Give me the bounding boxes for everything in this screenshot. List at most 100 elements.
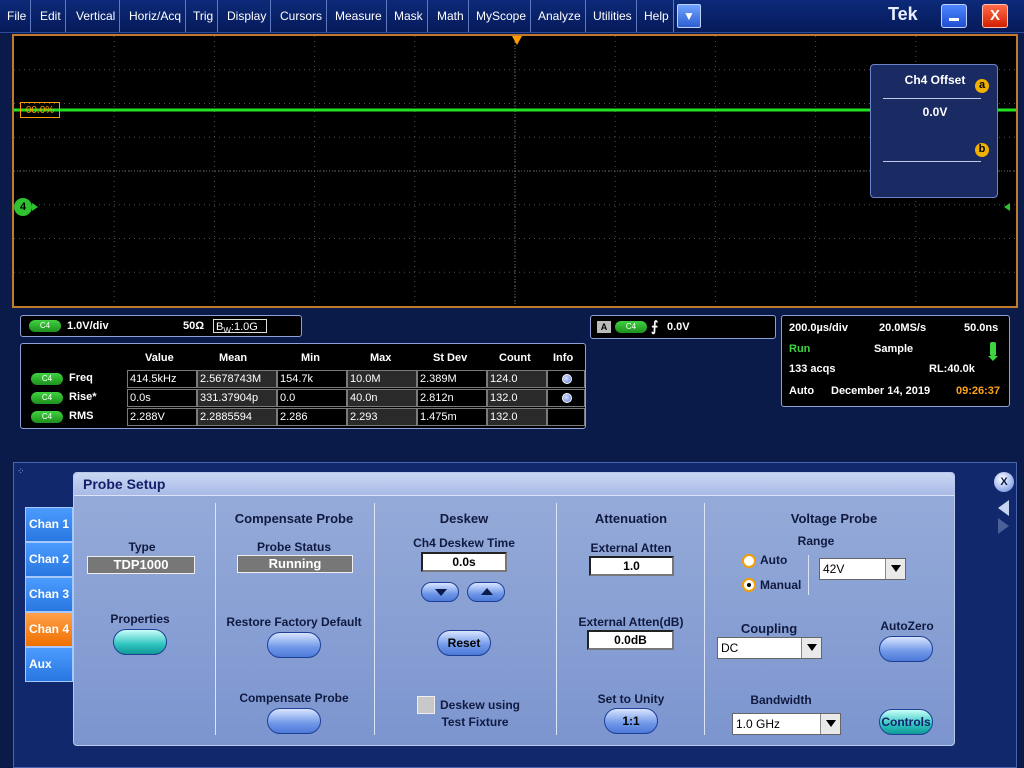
rms-label[interactable]: RMS — [69, 410, 93, 422]
tab-chan-1[interactable]: Chan 1 — [25, 507, 73, 542]
menu-help[interactable]: Help — [640, 0, 674, 32]
rise-count: 132.0 — [487, 389, 547, 407]
menu-measure[interactable]: Measure — [331, 0, 387, 32]
column-divider — [215, 503, 216, 735]
rise-value: 0.0s — [127, 389, 197, 407]
tab-aux[interactable]: Aux — [25, 647, 73, 682]
reference-level-label: 00.0% — [20, 102, 60, 118]
menu-myscope[interactable]: MyScope — [472, 0, 532, 32]
rms-mean: 2.2885594 — [197, 408, 277, 426]
controls-button[interactable]: Controls — [879, 709, 933, 735]
panel-forward-icon[interactable] — [998, 518, 1009, 534]
info-icon[interactable] — [562, 393, 572, 403]
deskew-fixture-checkbox[interactable] — [417, 696, 435, 714]
compensate-probe-label: Compensate Probe — [239, 691, 349, 705]
panel-title: Probe Setup — [83, 476, 166, 492]
minimize-button[interactable] — [941, 4, 967, 28]
offset-value: 0.0V — [922, 105, 948, 119]
range-dropdown[interactable]: 42V — [819, 558, 906, 580]
rise-c4-badge: C4 — [31, 392, 63, 404]
tab-chan-4[interactable]: Chan 4 — [25, 612, 73, 647]
menu-vertical[interactable]: Vertical — [72, 0, 121, 32]
external-atten-db-field[interactable]: 0.0dB — [587, 630, 674, 650]
deskew-down-button[interactable] — [421, 582, 459, 602]
menu-analyze[interactable]: Analyze — [534, 0, 586, 32]
menu-display[interactable]: Display — [223, 0, 272, 32]
time: 09:26:37 — [956, 385, 1001, 397]
control-close-button[interactable]: X — [994, 472, 1014, 492]
tab-chan-3[interactable]: Chan 3 — [25, 577, 73, 612]
menu-math[interactable]: Math — [433, 0, 469, 32]
freq-max: 10.0M — [347, 370, 417, 388]
rise-stdev: 2.812n — [417, 389, 487, 407]
menu-horiz-acq[interactable]: Horiz/Acq — [125, 0, 187, 32]
acquisition-count: 133 acqs — [789, 363, 836, 375]
attenuation-title: Attenuation — [594, 511, 668, 526]
panel-back-icon[interactable] — [998, 500, 1009, 516]
graticule — [14, 36, 1016, 306]
menu-mask[interactable]: Mask — [390, 0, 428, 32]
waveform-display[interactable]: 00.0% 4 Ch4 Offset a 0.0V b — [12, 34, 1018, 308]
menu-utilities[interactable]: Utilities — [589, 0, 637, 32]
freq-c4-badge: C4 — [31, 373, 63, 385]
acquisition-readout[interactable]: 200.0µs/div 20.0MS/s 50.0ns Run Sample 1… — [781, 315, 1010, 407]
freq-mean: 2.5678743M — [197, 370, 277, 388]
header-stdev: St Dev — [433, 352, 468, 364]
bandwidth-label: Bandwidth — [750, 693, 812, 707]
run-state: Run — [789, 343, 811, 355]
menu-trig[interactable]: Trig — [189, 0, 219, 32]
trigger-level: 0.0V — [667, 321, 690, 333]
trigger-a-badge: A — [597, 321, 611, 333]
freq-min: 154.7k — [277, 370, 347, 388]
window-grip-icon[interactable]: ⁘ — [17, 466, 25, 477]
menu-bar: File Edit Vertical Horiz/Acq Trig Displa… — [0, 0, 1024, 33]
info-icon[interactable] — [562, 374, 572, 384]
freq-label[interactable]: Freq — [69, 372, 93, 384]
arrow-down-icon — [435, 589, 447, 596]
deskew-reset-button[interactable]: Reset — [437, 630, 491, 656]
range-auto-radio[interactable] — [742, 554, 756, 568]
menu-edit[interactable]: Edit — [36, 0, 66, 32]
ch4-readout[interactable]: C4 1.0V/div 50Ω BW:1.0G — [20, 315, 302, 337]
dropdown-arrow-icon[interactable] — [885, 559, 905, 579]
header-count: Count — [499, 352, 531, 364]
restore-default-button[interactable] — [267, 632, 321, 658]
deskew-up-button[interactable] — [467, 582, 505, 602]
trigger-level-marker[interactable] — [1004, 203, 1010, 211]
compensate-probe-button[interactable] — [267, 708, 321, 734]
menu-file[interactable]: File — [3, 0, 32, 32]
c4-badge: C4 — [29, 320, 61, 332]
column-divider — [704, 503, 705, 735]
properties-button[interactable] — [113, 629, 167, 655]
menu-dropdown-button[interactable]: ▼ — [677, 4, 701, 28]
tab-chan-2[interactable]: Chan 2 — [25, 542, 73, 577]
rise-label[interactable]: Rise* — [69, 391, 97, 403]
trigger-c4-badge: C4 — [615, 321, 647, 333]
external-atten-field[interactable]: 1.0 — [589, 556, 674, 576]
dropdown-arrow-icon[interactable] — [801, 638, 821, 658]
restore-default-label: Restore Factory Default — [226, 615, 362, 629]
bandwidth-dropdown[interactable]: 1.0 GHz — [732, 713, 841, 735]
dropdown-arrow-icon[interactable] — [820, 714, 840, 734]
trigger-readout[interactable]: A C4 ⨍ 0.0V — [590, 315, 776, 339]
menu-cursors[interactable]: Cursors — [276, 0, 328, 32]
range-auto-label: Auto — [760, 553, 788, 567]
ch4-ground-marker[interactable]: 4 — [14, 198, 32, 216]
knob-b-icon: b — [975, 143, 989, 157]
bw-value: :1.0G — [230, 321, 258, 333]
close-button[interactable]: X — [982, 4, 1008, 28]
set-to-unity-button[interactable]: 1:1 — [604, 708, 658, 734]
freq-value: 414.5kHz — [127, 370, 197, 388]
deskew-time-field[interactable]: 0.0s — [421, 552, 507, 572]
ch4-offset-box[interactable]: Ch4 Offset a 0.0V b — [870, 64, 998, 198]
deskew-title: Deskew — [439, 511, 489, 526]
header-max: Max — [370, 352, 392, 364]
rms-max: 2.293 — [347, 408, 417, 426]
rise-max: 40.0n — [347, 389, 417, 407]
coupling-dropdown[interactable]: DC — [717, 637, 822, 659]
range-label: Range — [797, 534, 835, 548]
range-manual-radio[interactable] — [742, 578, 756, 592]
trigger-position-marker[interactable] — [512, 36, 522, 45]
autozero-button[interactable] — [879, 636, 933, 662]
coupling-dropdown-value: DC — [721, 641, 739, 655]
